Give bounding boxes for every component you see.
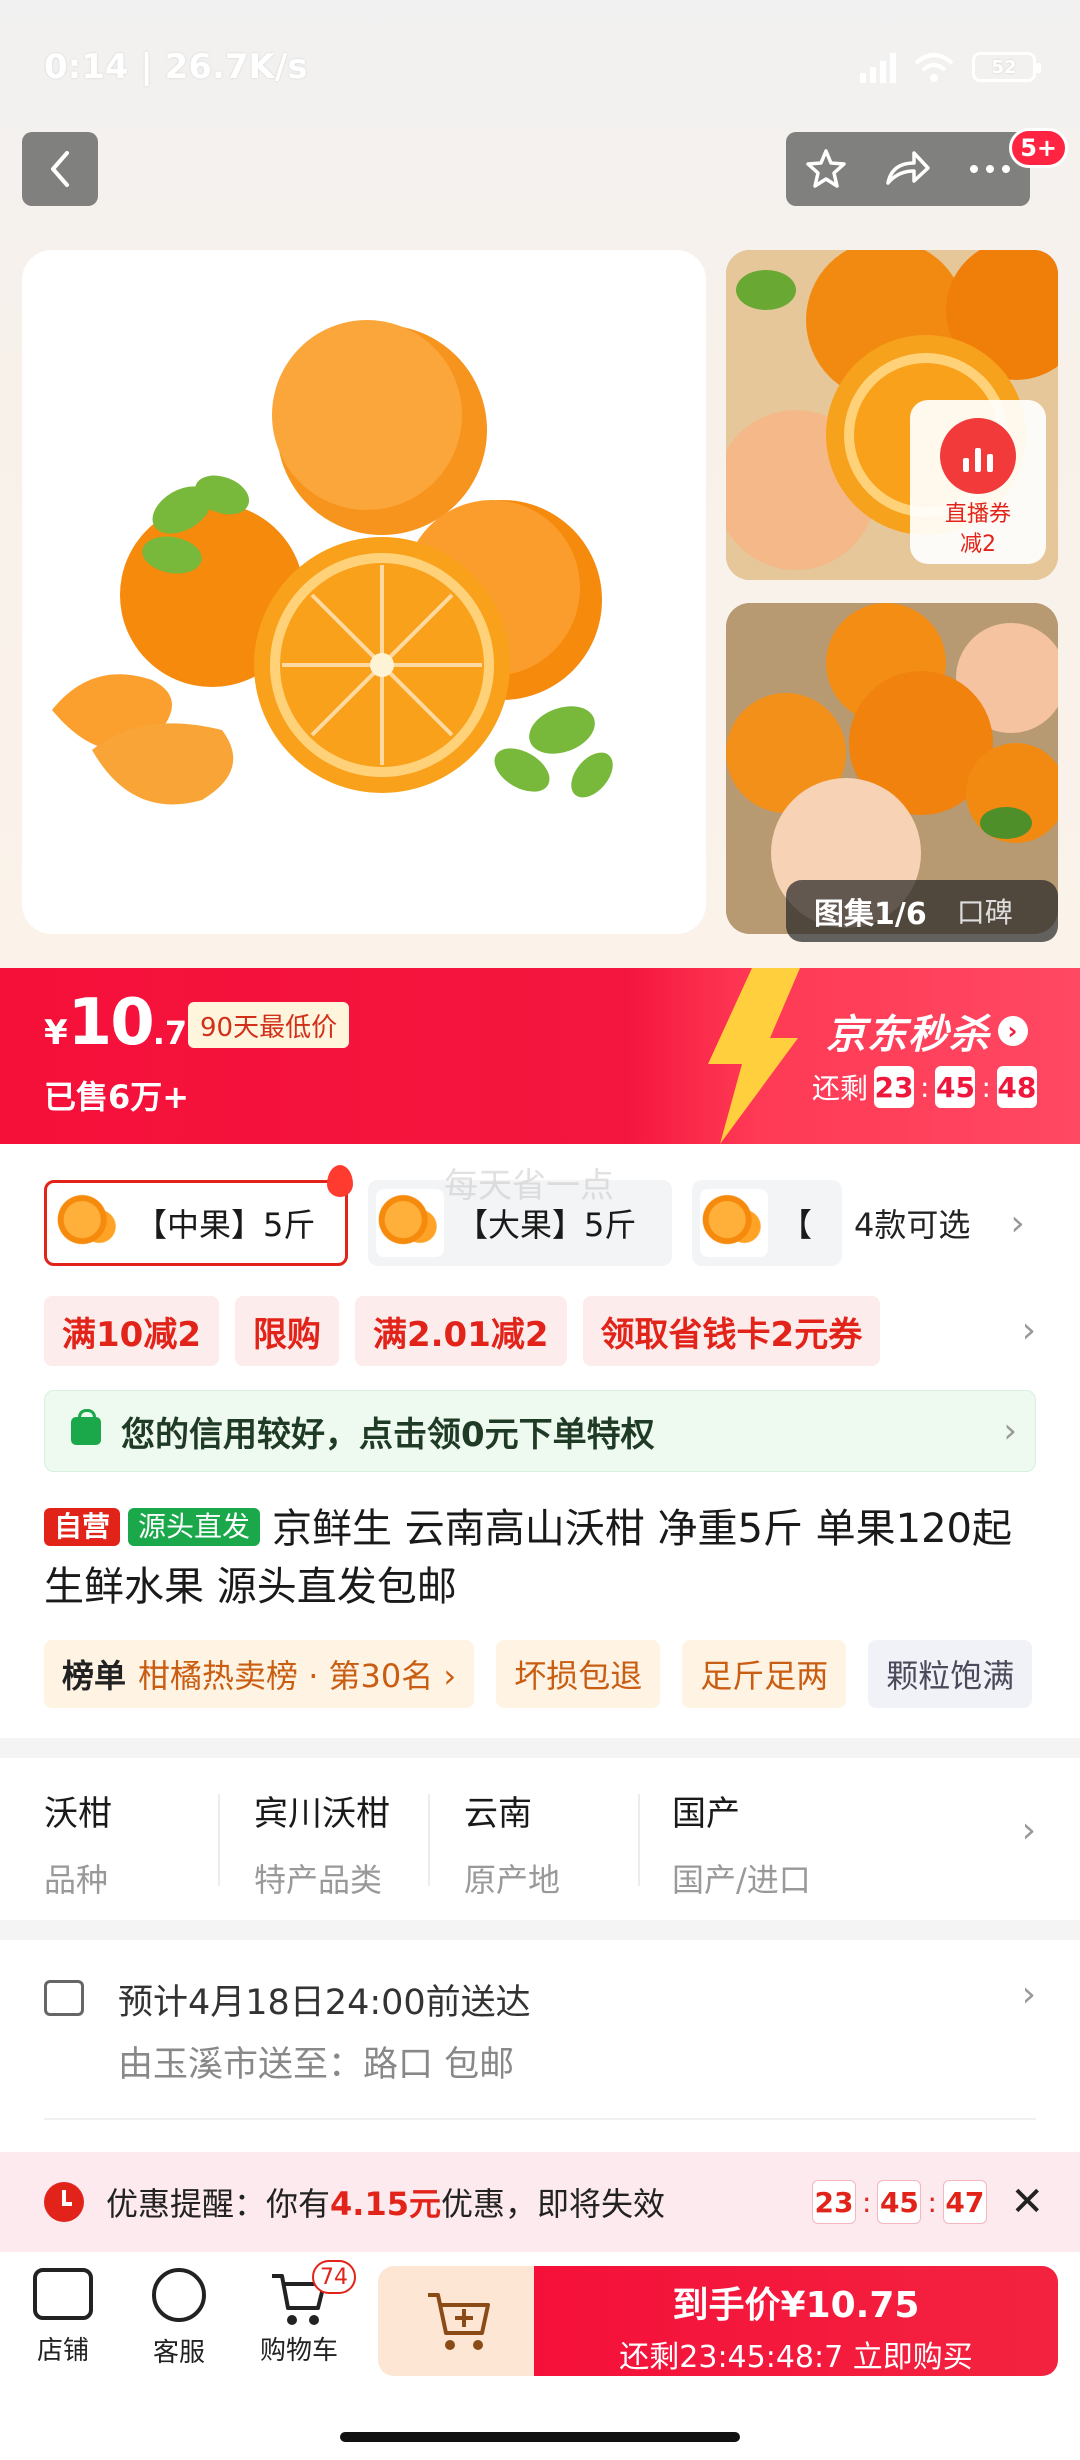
promo-tag[interactable]: 限购	[234, 1296, 339, 1366]
more-variants-link[interactable]: 4款可选 ›	[844, 1180, 1025, 1266]
live-coupon-text: 直播券 减2	[944, 502, 1011, 557]
feature-chips: 榜单 柑橘热卖榜 · 第30名 › 坏损包退 足斤足两 颗粒饱满	[44, 1640, 1033, 1708]
product-title: 自营 源头直发 京鲜生 云南高山沃柑 净重5斤 单果120起 生鲜水果 源头直发包邮	[44, 1500, 1040, 1616]
spec-row[interactable]: 沃柑 品种 宾川沃柑 特产品类 云南 原产地 国产 国产/进口 ›	[0, 1758, 1080, 1908]
variant-option-medium[interactable]: 【中果】5斤	[44, 1165, 353, 1266]
delivery-info[interactable]: 预计4月18日24:00前送达 由玉溪市送至：路口 包邮 ›	[0, 1940, 1080, 2120]
delivery-route: 由玉溪市送至：路口 包邮	[118, 2045, 515, 2085]
lightning-icon	[708, 968, 800, 1144]
share-icon[interactable]	[884, 149, 932, 189]
variant-thumbnail	[55, 1189, 123, 1257]
watermark-text: 每天省一点	[444, 1166, 614, 1206]
message-badge: 5+	[1009, 128, 1068, 168]
smile-icon	[152, 2268, 206, 2322]
chevron-right-icon: ›	[1010, 1202, 1025, 1244]
promo-tag[interactable]: 领取省钱卡2元券	[582, 1296, 881, 1366]
sold-count: 已售6万+	[44, 1078, 190, 1116]
price: ¥ 10 .75	[44, 986, 210, 1060]
price-banner: ¥ 10 .75 90天最低价 已售6万+ 京东秒杀 › 还剩 23: 45: …	[0, 968, 1080, 1144]
main-product-image[interactable]	[22, 250, 706, 934]
promo-row[interactable]: 满10减2 限购 满2.01减2 领取省钱卡2元券	[44, 1296, 881, 1366]
reminder-text: 优惠提醒：你有4.15元优惠，即将失效	[106, 2185, 665, 2223]
bottom-action-bar: 店铺 客服 74 购物车 到手价¥10.75 还剩23:45:48:7 立即购买	[0, 2252, 1080, 2382]
wifi-icon	[914, 53, 954, 82]
truck-icon	[44, 1980, 84, 2016]
reviews-tab[interactable]: 口碑	[957, 891, 1013, 931]
buy-countdown-label: 还剩23:45:48:7 立即购买	[619, 2340, 973, 2375]
divider	[218, 1794, 220, 1886]
reminder-countdown: 23: 45: 47	[812, 2180, 987, 2224]
hero-section: 0:14 | 26.7K/s 52 5+ 直播券 减2 图集1/6 口碑	[0, 0, 1080, 968]
star-icon[interactable]	[804, 147, 848, 191]
cart-count-badge: 74	[312, 2260, 356, 2294]
spec-import: 国产 国产/进口	[672, 1794, 811, 1899]
status-time: 0:14 | 26.7K/s	[44, 47, 308, 87]
plump-chip: 颗粒饱满	[868, 1640, 1033, 1708]
variant-thumbnail	[376, 1189, 444, 1257]
status-icons: 52	[860, 51, 1041, 83]
gallery-counter-pill[interactable]: 图集1/6 口碑	[786, 880, 1058, 942]
damage-refund-chip: 坏损包退	[496, 1640, 661, 1708]
divider	[428, 1794, 430, 1886]
gallery-counter: 图集1/6	[814, 897, 927, 932]
store-icon	[33, 2268, 93, 2320]
oranges-illustration	[52, 320, 613, 805]
section-divider	[0, 1920, 1080, 1940]
full-weight-chip: 足斤足两	[682, 1640, 847, 1708]
final-price-label: 到手价¥10.75	[672, 2285, 920, 2326]
divider	[44, 2118, 1036, 2120]
shop-button[interactable]: 店铺	[8, 2268, 118, 2367]
buy-now-button[interactable]: 到手价¥10.75 还剩23:45:48:7 立即购买	[534, 2266, 1058, 2376]
customer-service-button[interactable]: 客服	[124, 2268, 234, 2369]
live-icon	[940, 418, 1016, 494]
chevron-right-icon: ›	[1021, 1810, 1036, 1851]
chevron-right-icon: ›	[1003, 1411, 1017, 1451]
divider	[638, 1794, 640, 1886]
flash-countdown: 还剩 23: 45: 48	[812, 1066, 1037, 1108]
nav-action-group	[786, 132, 1030, 206]
spec-variety: 沃柑 品种	[44, 1794, 112, 1899]
chevron-right-icon[interactable]: ›	[1022, 1310, 1036, 1351]
shopping-bag-icon	[71, 1409, 101, 1445]
status-bar: 0:14 | 26.7K/s 52	[44, 44, 1041, 90]
hot-icon	[327, 1165, 353, 1197]
variant-thumbnail	[700, 1189, 768, 1257]
home-indicator[interactable]	[340, 2432, 740, 2442]
spec-origin: 云南 原产地	[464, 1794, 561, 1899]
add-to-cart-button[interactable]	[378, 2266, 540, 2376]
credit-banner[interactable]: 您的信用较好，点击领0元下单特权 ›	[44, 1390, 1036, 1472]
chevron-left-icon	[51, 151, 69, 187]
ranking-chip[interactable]: 榜单 柑橘热卖榜 · 第30名 ›	[44, 1640, 475, 1708]
delivery-eta: 预计4月18日24:00前送达	[118, 1983, 531, 2023]
live-coupon-card[interactable]: 直播券 减2	[910, 400, 1046, 564]
back-button[interactable]	[22, 132, 98, 206]
promo-tag[interactable]: 满10减2	[44, 1296, 219, 1366]
clock-icon	[44, 2182, 84, 2222]
close-icon[interactable]: ✕	[1010, 2179, 1044, 2225]
chevron-right-icon: ›	[1021, 1974, 1036, 2015]
cart-button[interactable]: 74 购物车	[244, 2260, 356, 2367]
promo-tag[interactable]: 满2.01减2	[354, 1296, 567, 1366]
self-operated-tag: 自营	[44, 1508, 121, 1546]
section-divider	[0, 1738, 1080, 1758]
variant-option-third[interactable]: 【	[692, 1180, 842, 1266]
spec-category: 宾川沃柑 特产品类	[254, 1794, 390, 1899]
coupon-reminder[interactable]: 优惠提醒：你有4.15元优惠，即将失效 23: 45: 47 ✕	[0, 2152, 1080, 2252]
chevron-right-icon: ›	[998, 1016, 1028, 1046]
flash-sale-link[interactable]: 京东秒杀 ›	[826, 1002, 1028, 1060]
lowest-price-tag: 90天最低价	[188, 1002, 350, 1048]
signal-icon	[860, 51, 896, 83]
more-icon[interactable]	[968, 163, 1012, 175]
add-cart-icon	[428, 2293, 490, 2350]
direct-source-tag: 源头直发	[128, 1508, 261, 1546]
battery-icon: 52	[972, 52, 1041, 82]
